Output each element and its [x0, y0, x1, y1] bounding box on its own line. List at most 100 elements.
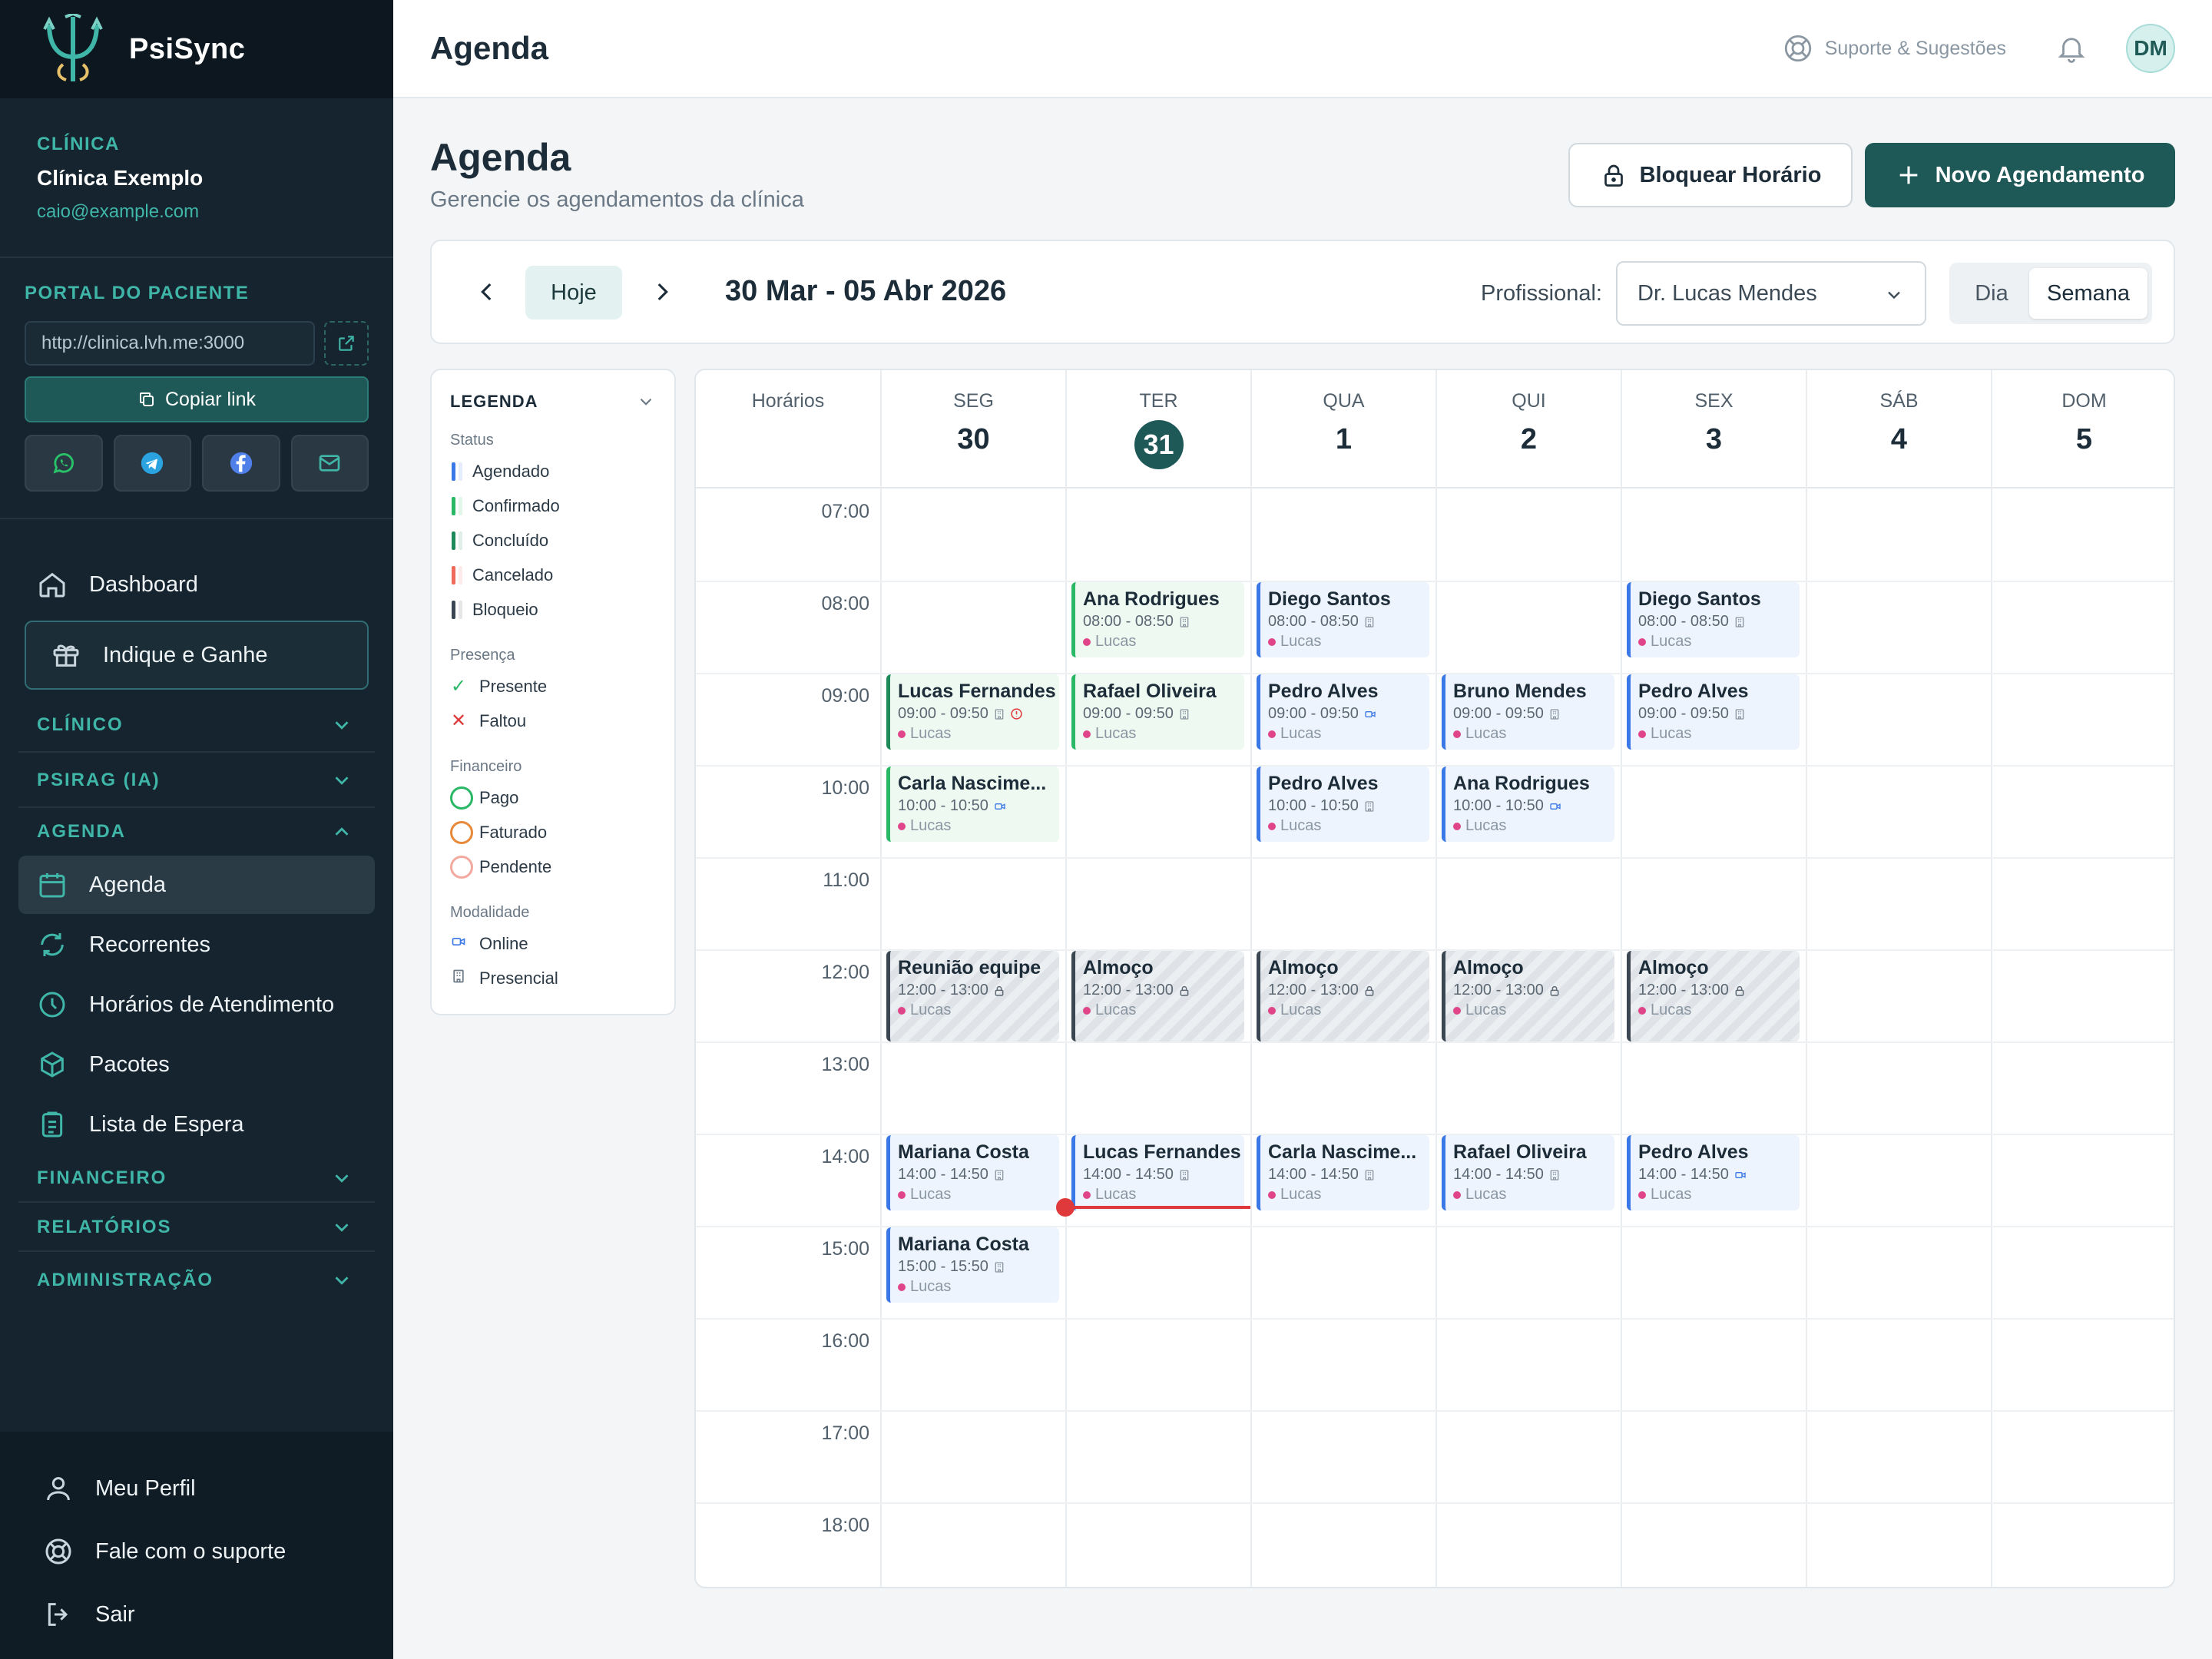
nav-horarios[interactable]: Horários de Atendimento [18, 975, 375, 1034]
hours-column-label: Horários [751, 390, 825, 412]
appointment-time-row: 14:00 - 14:50 [1638, 1166, 1800, 1184]
appointment-patient: Lucas Fernandes [1083, 1141, 1241, 1163]
block-time-label: Bloquear Horário [1639, 162, 1822, 187]
date-range: 30 Mar - 05 Abr 2026 [725, 275, 1007, 307]
portal-url-field[interactable]: http://clinica.lvh.me:3000 [25, 321, 316, 366]
appointment-card[interactable]: Ana Rodrigues 08:00 - 08:50 Lucas [1071, 582, 1244, 657]
previous-week-button[interactable] [465, 270, 508, 313]
new-appointment-button[interactable]: Novo Agendamento [1865, 143, 2175, 207]
appointment-professional: Lucas [1280, 1002, 1322, 1018]
bell-icon[interactable] [2055, 32, 2088, 65]
professional-dot [1453, 1006, 1461, 1015]
appointment-card[interactable]: Rafael Oliveira 14:00 - 14:50 Lucas [1442, 1135, 1614, 1210]
appointment-time-row: 08:00 - 08:50 [1083, 613, 1244, 631]
professional-dot [1453, 1190, 1461, 1199]
blocked-slot[interactable]: Almoço 12:00 - 13:00 Lucas [1627, 951, 1800, 1041]
section-relatorios[interactable]: RELATÓRIOS [18, 1204, 375, 1252]
avatar[interactable]: DM [2126, 24, 2175, 73]
nav-recorrentes[interactable]: Recorrentes [18, 916, 375, 974]
chevron-left-icon [481, 283, 492, 301]
share-telegram-button[interactable] [113, 435, 191, 492]
day-header[interactable]: SÁB 4 [1806, 370, 1991, 488]
legend-header[interactable]: LEGENDA [450, 392, 656, 412]
blocked-slot[interactable]: Almoço 12:00 - 13:00 Lucas [1442, 951, 1614, 1041]
brand-name: PsiSync [129, 32, 246, 65]
appointment-card[interactable]: Carla Nascime... 14:00 - 14:50 Lucas [1257, 1135, 1429, 1210]
appointment-card[interactable]: Lucas Fernandes 14:00 - 14:50 Lucas [1071, 1135, 1244, 1210]
blocked-slot[interactable]: Almoço 12:00 - 13:00 Lucas [1257, 951, 1429, 1041]
appointment-card[interactable]: Ana Rodrigues 10:00 - 10:50 Lucas [1442, 767, 1614, 842]
day-header[interactable]: SEX 3 [1621, 370, 1806, 488]
section-psirag[interactable]: PSIRAG (IA) [18, 754, 375, 808]
nav-sair[interactable]: Sair [0, 1584, 393, 1645]
day-header[interactable]: TER 31 [1065, 370, 1250, 488]
appointment-professional-row: Lucas [1638, 1186, 1800, 1204]
appointment-professional: Lucas [910, 1278, 952, 1295]
next-week-button[interactable] [641, 270, 684, 313]
appointment-card[interactable]: Mariana Costa 15:00 - 15:50 Lucas [886, 1227, 1059, 1303]
open-portal-button[interactable] [324, 321, 369, 366]
support-link[interactable]: Suporte & Sugestões [1782, 32, 2006, 65]
section-clinico[interactable]: CLÍNICO [18, 699, 375, 753]
share-whatsapp-button[interactable] [25, 435, 103, 492]
appointment-card[interactable]: Lucas Fernandes 09:00 - 09:50 Lucas [886, 674, 1059, 750]
status-color-swatch [452, 496, 455, 515]
section-financeiro[interactable]: FINANCEIRO [18, 1155, 375, 1203]
section-administracao[interactable]: ADMINISTRAÇÃO [18, 1253, 375, 1307]
appointment-time: 15:00 - 15:50 [898, 1258, 988, 1275]
day-header[interactable]: SEG 30 [880, 370, 1065, 488]
appointment-card[interactable]: Pedro Alves 14:00 - 14:50 Lucas [1627, 1135, 1800, 1210]
facebook-icon [230, 452, 252, 475]
view-week-button[interactable]: Semana [2029, 268, 2147, 319]
professional-select-value: Dr. Lucas Mendes [1637, 280, 1817, 306]
nav-suporte-label: Fale com o suporte [95, 1538, 286, 1564]
appointment-patient: Pedro Alves [1268, 680, 1379, 702]
today-button[interactable]: Hoje [525, 266, 622, 320]
hour-divider [696, 857, 2174, 859]
section-agenda[interactable]: AGENDA [18, 810, 375, 854]
share-email-button[interactable] [290, 435, 369, 492]
nav-invite[interactable]: Indique e Ganhe [25, 621, 369, 690]
sidebar: PsiSync CLÍNICA Clínica Exemplo caio@exa… [0, 0, 393, 1659]
appointment-professional-row: Lucas [1638, 633, 1800, 651]
nav-dashboard[interactable]: Dashboard [18, 556, 375, 613]
appointment-professional: Lucas [910, 725, 952, 742]
legend-item-label: Concluído [472, 530, 549, 550]
nav-lista-espera[interactable]: Lista de Espera [18, 1095, 375, 1154]
hour-label: 09:00 [821, 685, 869, 707]
professional-select[interactable]: Dr. Lucas Mendes [1616, 261, 1926, 326]
appointment-card[interactable]: Diego Santos 08:00 - 08:50 Lucas [1257, 582, 1429, 657]
view-day-button[interactable]: Dia [1954, 268, 2029, 319]
nav-meu-perfil[interactable]: Meu Perfil [0, 1458, 393, 1519]
legend-item-label: Bloqueio [472, 599, 538, 619]
appointment-professional: Lucas [1651, 725, 1692, 742]
appointment-time-row: 09:00 - 09:50 [1268, 705, 1429, 723]
share-facebook-button[interactable] [202, 435, 280, 492]
appointment-professional: Lucas [1465, 1002, 1507, 1018]
block-time-button[interactable]: Bloquear Horário [1568, 143, 1853, 207]
day-header[interactable]: QUI 2 [1435, 370, 1621, 488]
hour-label: 11:00 [823, 869, 869, 891]
nav-pacotes[interactable]: Pacotes [18, 1035, 375, 1094]
appointment-card[interactable]: Pedro Alves 09:00 - 09:50 Lucas [1257, 674, 1429, 750]
appointment-card[interactable]: Pedro Alves 10:00 - 10:50 Lucas [1257, 767, 1429, 842]
appointment-card[interactable]: Carla Nascime... 10:00 - 10:50 Lucas [886, 767, 1059, 842]
nav-agenda[interactable]: Agenda [18, 856, 375, 914]
appointment-card[interactable]: Bruno Mendes 09:00 - 09:50 Lucas [1442, 674, 1614, 750]
new-appointment-label: Novo Agendamento [1935, 162, 2145, 187]
blocked-slot[interactable]: Reunião equipe 12:00 - 13:00 Lucas [886, 951, 1059, 1041]
day-of-week: SEX [1694, 390, 1734, 412]
appointment-professional: Lucas [910, 1002, 952, 1018]
appointment-time-row: 10:00 - 10:50 [1268, 797, 1429, 815]
appointment-card[interactable]: Rafael Oliveira 09:00 - 09:50 Lucas [1071, 674, 1244, 750]
copy-link-button[interactable]: Copiar link [25, 376, 369, 422]
appointment-card[interactable]: Pedro Alves 09:00 - 09:50 Lucas [1627, 674, 1800, 750]
appointment-card[interactable]: Mariana Costa 14:00 - 14:50 Lucas [886, 1135, 1059, 1210]
appointment-time-row: 12:00 - 13:00 [898, 982, 1059, 999]
appointment-card[interactable]: Diego Santos 08:00 - 08:50 Lucas [1627, 582, 1800, 657]
day-header[interactable]: QUA 1 [1250, 370, 1435, 488]
nav-invite-label: Indique e Ganhe [103, 642, 268, 667]
day-header[interactable]: DOM 5 [1991, 370, 2174, 488]
nav-suporte[interactable]: Fale com o suporte [0, 1521, 393, 1582]
blocked-slot[interactable]: Almoço 12:00 - 13:00 Lucas [1071, 951, 1244, 1041]
